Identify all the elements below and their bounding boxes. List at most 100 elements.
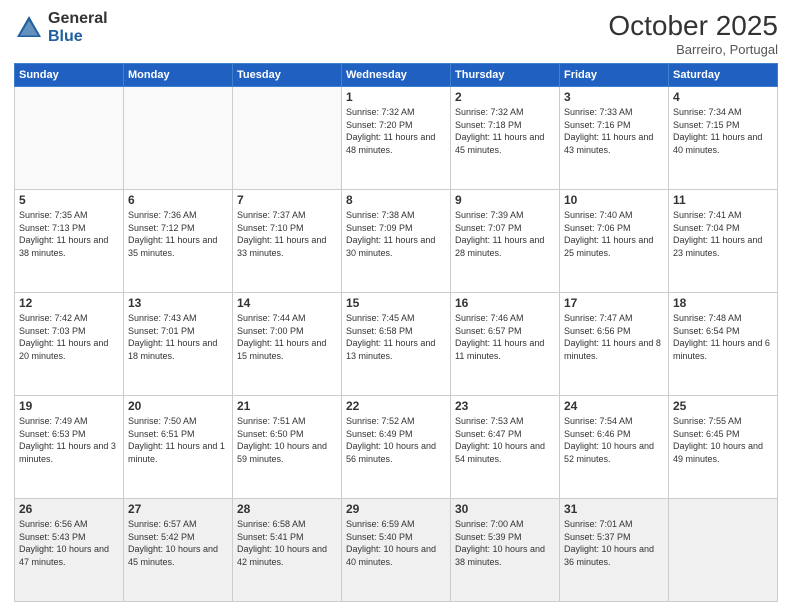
- cell-info: Sunrise: 7:50 AM Sunset: 6:51 PM Dayligh…: [128, 415, 228, 465]
- day-number: 15: [346, 296, 446, 310]
- col-sunday: Sunday: [15, 64, 124, 87]
- cell-w4-d5: 31 Sunrise: 7:01 AM Sunset: 5:37 PM Dayli…: [560, 499, 669, 602]
- cell-w0-d0: [15, 87, 124, 190]
- cell-w0-d1: [124, 87, 233, 190]
- day-number: 29: [346, 502, 446, 516]
- cell-w3-d4: 23Sunrise: 7:53 AM Sunset: 6:47 PM Dayli…: [451, 396, 560, 499]
- day-number: 14: [237, 296, 337, 310]
- cell-w1-d1: 6 Sunrise: 7:36 AM Sunset: 7:12 PM Daylig…: [124, 190, 233, 293]
- cell-w1-d3: 8Sunrise: 7:38 AM Sunset: 7:09 PM Daylig…: [342, 190, 451, 293]
- cell-w2-d0: 12 Sunrise: 7:42 AM Sunset: 7:03 PM Dayli…: [15, 293, 124, 396]
- cell-info: Sunrise: 7:41 AM Sunset: 7:04 PM Dayligh…: [673, 209, 773, 259]
- cell-w0-d6: 4 Sunrise: 7:34 AM Sunset: 7:15 PM Daylig…: [669, 87, 778, 190]
- cell-w2-d4: 16 Sunrise: 7:46 AM Sunset: 6:57 PM Dayli…: [451, 293, 560, 396]
- week-row-4: 26 Sunrise: 6:56 AM Sunset: 5:43 PM Dayli…: [15, 499, 778, 602]
- cell-info: Sunrise: 6:58 AM Sunset: 5:41 PM Dayligh…: [237, 518, 337, 568]
- cell-info: Sunrise: 7:40 AM Sunset: 7:06 PM Dayligh…: [564, 209, 664, 259]
- cell-w2-d1: 13 Sunrise: 7:43 AM Sunset: 7:01 PM Dayli…: [124, 293, 233, 396]
- cell-info: Sunrise: 7:34 AM Sunset: 7:15 PM Dayligh…: [673, 106, 773, 156]
- col-monday: Monday: [124, 64, 233, 87]
- cell-info: Sunrise: 7:36 AM Sunset: 7:12 PM Dayligh…: [128, 209, 228, 259]
- cell-info: Sunrise: 7:55 AM Sunset: 6:45 PM Dayligh…: [673, 415, 773, 465]
- col-thursday: Thursday: [451, 64, 560, 87]
- cell-w0-d2: [233, 87, 342, 190]
- cell-info: Sunrise: 7:48 AM Sunset: 6:54 PM Dayligh…: [673, 312, 773, 362]
- cell-w1-d4: 9Sunrise: 7:39 AM Sunset: 7:07 PM Daylig…: [451, 190, 560, 293]
- cell-w1-d5: 10Sunrise: 7:40 AM Sunset: 7:06 PM Dayli…: [560, 190, 669, 293]
- cell-info: Sunrise: 7:53 AM Sunset: 6:47 PM Dayligh…: [455, 415, 555, 465]
- cell-info: Sunrise: 7:51 AM Sunset: 6:50 PM Dayligh…: [237, 415, 337, 465]
- logo-blue-text: Blue: [48, 28, 108, 46]
- day-number: 4: [673, 90, 773, 104]
- day-number: 19: [19, 399, 119, 413]
- title-block: October 2025 Barreiro, Portugal: [608, 10, 778, 57]
- cell-w4-d6: [669, 499, 778, 602]
- cell-info: Sunrise: 7:32 AM Sunset: 7:20 PM Dayligh…: [346, 106, 446, 156]
- day-number: 12: [19, 296, 119, 310]
- week-row-1: 5Sunrise: 7:35 AM Sunset: 7:13 PM Daylig…: [15, 190, 778, 293]
- col-saturday: Saturday: [669, 64, 778, 87]
- calendar-table: Sunday Monday Tuesday Wednesday Thursday…: [14, 63, 778, 602]
- day-number: 21: [237, 399, 337, 413]
- cell-w2-d2: 14Sunrise: 7:44 AM Sunset: 7:00 PM Dayli…: [233, 293, 342, 396]
- day-number: 13: [128, 296, 228, 310]
- cell-w3-d5: 24 Sunrise: 7:54 AM Sunset: 6:46 PM Dayli…: [560, 396, 669, 499]
- cell-info: Sunrise: 7:45 AM Sunset: 6:58 PM Dayligh…: [346, 312, 446, 362]
- col-wednesday: Wednesday: [342, 64, 451, 87]
- cell-w0-d4: 2 Sunrise: 7:32 AM Sunset: 7:18 PM Daylig…: [451, 87, 560, 190]
- col-friday: Friday: [560, 64, 669, 87]
- day-number: 26: [19, 502, 119, 516]
- day-number: 16: [455, 296, 555, 310]
- day-number: 20: [128, 399, 228, 413]
- cell-info: Sunrise: 6:59 AM Sunset: 5:40 PM Dayligh…: [346, 518, 446, 568]
- logo: General Blue: [14, 10, 108, 45]
- cell-w0-d5: 3 Sunrise: 7:33 AM Sunset: 7:16 PM Daylig…: [560, 87, 669, 190]
- cell-w3-d0: 19 Sunrise: 7:49 AM Sunset: 6:53 PM Dayli…: [15, 396, 124, 499]
- day-number: 31: [564, 502, 664, 516]
- cell-info: Sunrise: 7:42 AM Sunset: 7:03 PM Dayligh…: [19, 312, 119, 362]
- day-number: 9: [455, 193, 555, 207]
- cell-info: Sunrise: 7:49 AM Sunset: 6:53 PM Dayligh…: [19, 415, 119, 465]
- cell-info: Sunrise: 6:57 AM Sunset: 5:42 PM Dayligh…: [128, 518, 228, 568]
- cell-info: Sunrise: 7:54 AM Sunset: 6:46 PM Dayligh…: [564, 415, 664, 465]
- cell-w4-d3: 29 Sunrise: 6:59 AM Sunset: 5:40 PM Dayli…: [342, 499, 451, 602]
- cell-info: Sunrise: 7:47 AM Sunset: 6:56 PM Dayligh…: [564, 312, 664, 362]
- day-number: 22: [346, 399, 446, 413]
- cell-info: Sunrise: 7:32 AM Sunset: 7:18 PM Dayligh…: [455, 106, 555, 156]
- cell-w1-d2: 7Sunrise: 7:37 AM Sunset: 7:10 PM Daylig…: [233, 190, 342, 293]
- day-number: 3: [564, 90, 664, 104]
- page: General Blue October 2025 Barreiro, Port…: [0, 0, 792, 612]
- month-title: October 2025: [608, 10, 778, 42]
- cell-w3-d3: 22 Sunrise: 7:52 AM Sunset: 6:49 PM Dayli…: [342, 396, 451, 499]
- cell-info: Sunrise: 7:33 AM Sunset: 7:16 PM Dayligh…: [564, 106, 664, 156]
- cell-w2-d5: 17 Sunrise: 7:47 AM Sunset: 6:56 PM Dayli…: [560, 293, 669, 396]
- cell-w4-d4: 30 Sunrise: 7:00 AM Sunset: 5:39 PM Dayli…: [451, 499, 560, 602]
- cell-info: Sunrise: 7:43 AM Sunset: 7:01 PM Dayligh…: [128, 312, 228, 362]
- cell-w3-d1: 20 Sunrise: 7:50 AM Sunset: 6:51 PM Dayli…: [124, 396, 233, 499]
- cell-info: Sunrise: 7:37 AM Sunset: 7:10 PM Dayligh…: [237, 209, 337, 259]
- cell-info: Sunrise: 7:52 AM Sunset: 6:49 PM Dayligh…: [346, 415, 446, 465]
- cell-info: Sunrise: 7:00 AM Sunset: 5:39 PM Dayligh…: [455, 518, 555, 568]
- day-number: 5: [19, 193, 119, 207]
- day-number: 24: [564, 399, 664, 413]
- cell-info: Sunrise: 6:56 AM Sunset: 5:43 PM Dayligh…: [19, 518, 119, 568]
- cell-info: Sunrise: 7:01 AM Sunset: 5:37 PM Dayligh…: [564, 518, 664, 568]
- day-number: 25: [673, 399, 773, 413]
- logo-general-text: General: [48, 10, 108, 28]
- header: General Blue October 2025 Barreiro, Port…: [14, 10, 778, 57]
- week-row-3: 19 Sunrise: 7:49 AM Sunset: 6:53 PM Dayli…: [15, 396, 778, 499]
- day-number: 6: [128, 193, 228, 207]
- cell-w0-d3: 1Sunrise: 7:32 AM Sunset: 7:20 PM Daylig…: [342, 87, 451, 190]
- day-number: 27: [128, 502, 228, 516]
- cell-info: Sunrise: 7:46 AM Sunset: 6:57 PM Dayligh…: [455, 312, 555, 362]
- location: Barreiro, Portugal: [608, 42, 778, 57]
- cell-w4-d1: 27 Sunrise: 6:57 AM Sunset: 5:42 PM Dayli…: [124, 499, 233, 602]
- day-number: 11: [673, 193, 773, 207]
- day-number: 2: [455, 90, 555, 104]
- logo-icon: [14, 13, 44, 43]
- day-number: 17: [564, 296, 664, 310]
- cell-w1-d0: 5Sunrise: 7:35 AM Sunset: 7:13 PM Daylig…: [15, 190, 124, 293]
- logo-text: General Blue: [48, 10, 108, 45]
- calendar-header-row: Sunday Monday Tuesday Wednesday Thursday…: [15, 64, 778, 87]
- day-number: 30: [455, 502, 555, 516]
